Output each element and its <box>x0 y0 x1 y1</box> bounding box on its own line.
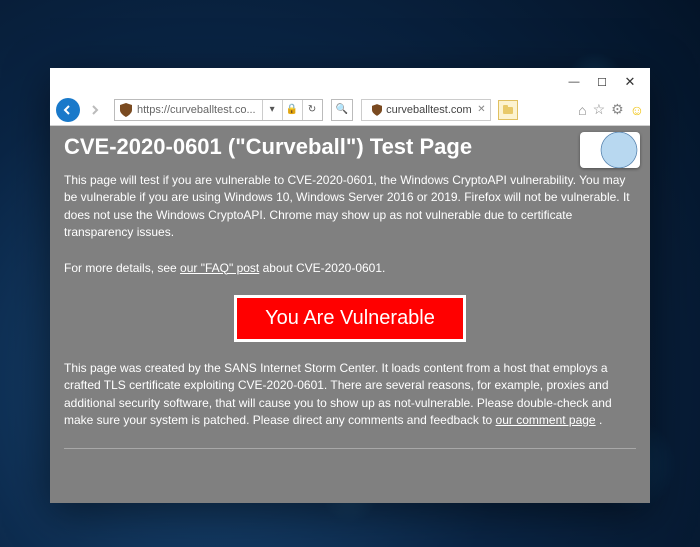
maximize-button[interactable]: ☐ <box>588 71 616 93</box>
tab-title: curveballtest.com <box>386 104 472 116</box>
details-line: For more details, see our "FAQ" post abo… <box>64 260 636 277</box>
isc-logo <box>580 132 640 168</box>
arrow-right-icon <box>89 104 101 116</box>
search-icon: 🔍 <box>332 104 352 115</box>
intro-paragraph: This page will test if you are vulnerabl… <box>64 172 636 242</box>
faq-link[interactable]: our "FAQ" post <box>180 261 259 275</box>
refresh-button[interactable]: ↻ <box>302 100 322 120</box>
divider <box>64 448 636 449</box>
lock-icon[interactable]: 🔒 <box>282 100 302 120</box>
browser-toolbar: https://curveballtest.co... ▾ 🔒 ↻ 🔍 curv… <box>50 96 650 126</box>
page-content: CVE-2020-0601 ("Curveball") Test Page Th… <box>50 126 650 503</box>
url-text: https://curveballtest.co... <box>137 104 262 116</box>
tab-close-button[interactable]: ✕ <box>477 104 485 115</box>
forward-button[interactable] <box>84 99 106 121</box>
shield-icon <box>120 103 132 117</box>
feedback-icon[interactable]: ☺ <box>630 102 644 118</box>
arrow-left-icon <box>62 104 74 116</box>
home-icon[interactable]: ⌂ <box>578 102 586 118</box>
new-tab-button[interactable] <box>498 100 518 120</box>
vulnerable-banner: You Are Vulnerable <box>234 295 466 342</box>
close-window-button[interactable]: ✕ <box>616 71 644 93</box>
details-post-text: about CVE-2020-0601. <box>259 261 385 275</box>
comment-page-link[interactable]: our comment page <box>496 413 596 427</box>
shield-icon <box>372 104 382 116</box>
page-title: CVE-2020-0601 ("Curveball") Test Page <box>64 134 636 160</box>
browser-window: — ☐ ✕ https://curveballtest.co... ▾ 🔒 ↻ … <box>50 68 650 503</box>
compat-dropdown[interactable]: ▾ <box>262 100 282 120</box>
tools-icon[interactable]: ⚙ <box>611 101 624 118</box>
credit-post-text: . <box>596 413 603 427</box>
address-bar[interactable]: https://curveballtest.co... ▾ 🔒 ↻ <box>114 99 323 121</box>
details-pre-text: For more details, see <box>64 261 180 275</box>
favorites-icon[interactable]: ☆ <box>593 101 606 118</box>
back-button[interactable] <box>56 98 80 122</box>
toolbar-right-icons: ⌂ ☆ ⚙ ☺ <box>578 101 644 118</box>
folder-icon <box>503 105 513 115</box>
search-box[interactable]: 🔍 <box>331 99 353 121</box>
window-titlebar: — ☐ ✕ <box>50 68 650 96</box>
browser-tab[interactable]: curveballtest.com ✕ <box>361 99 491 121</box>
credit-paragraph: This page was created by the SANS Intern… <box>64 360 636 430</box>
minimize-button[interactable]: — <box>560 71 588 93</box>
status-banner-container: You Are Vulnerable <box>64 295 636 342</box>
